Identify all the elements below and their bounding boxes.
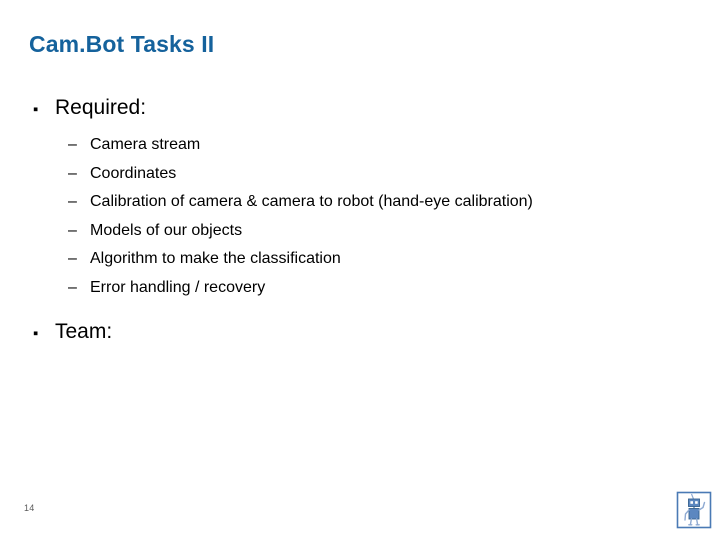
list-item-label: Calibration of camera & camera to robot … [90, 193, 533, 211]
bullet-item-team: Team: [0, 320, 720, 350]
list-item: Models of our objects [0, 222, 720, 251]
list-item-label: Error handling / recovery [90, 278, 266, 296]
dash-bullet-icon [68, 223, 90, 239]
dash-bullet-icon [68, 251, 90, 267]
dash-bullet-icon [68, 137, 90, 153]
square-bullet-icon [33, 326, 55, 341]
list-item: Algorithm to make the classification [0, 250, 720, 279]
list-item: Error handling / recovery [0, 279, 720, 308]
bullet-item-required: Required: [0, 96, 720, 126]
sub-bullet-list-required: Camera stream Coordinates Calibration of… [0, 136, 720, 308]
list-item-label: Camera stream [90, 136, 201, 153]
list-item: Coordinates [0, 165, 720, 194]
list-item-label: Models of our objects [90, 221, 243, 239]
dash-bullet-icon [68, 194, 90, 210]
page-number: 14 [24, 503, 35, 513]
dash-bullet-icon [68, 280, 90, 296]
page-title: Cam.Bot Tasks II [29, 31, 215, 57]
robot-logo [672, 488, 716, 532]
list-item: Camera stream [0, 136, 720, 165]
slide-body: Required: Camera stream Coordinates Cali… [0, 96, 720, 350]
list-item-label: Coordinates [90, 164, 177, 182]
square-bullet-icon [33, 102, 55, 117]
bullet-label-team: Team: [55, 319, 113, 343]
bullet-label-required: Required: [55, 96, 147, 119]
slide-canvas: Cam.Bot Tasks II Required: Camera stream… [0, 0, 720, 540]
dash-bullet-icon [68, 166, 90, 182]
list-item-label: Algorithm to make the classification [90, 250, 341, 268]
list-item: Calibration of camera & camera to robot … [0, 193, 720, 222]
